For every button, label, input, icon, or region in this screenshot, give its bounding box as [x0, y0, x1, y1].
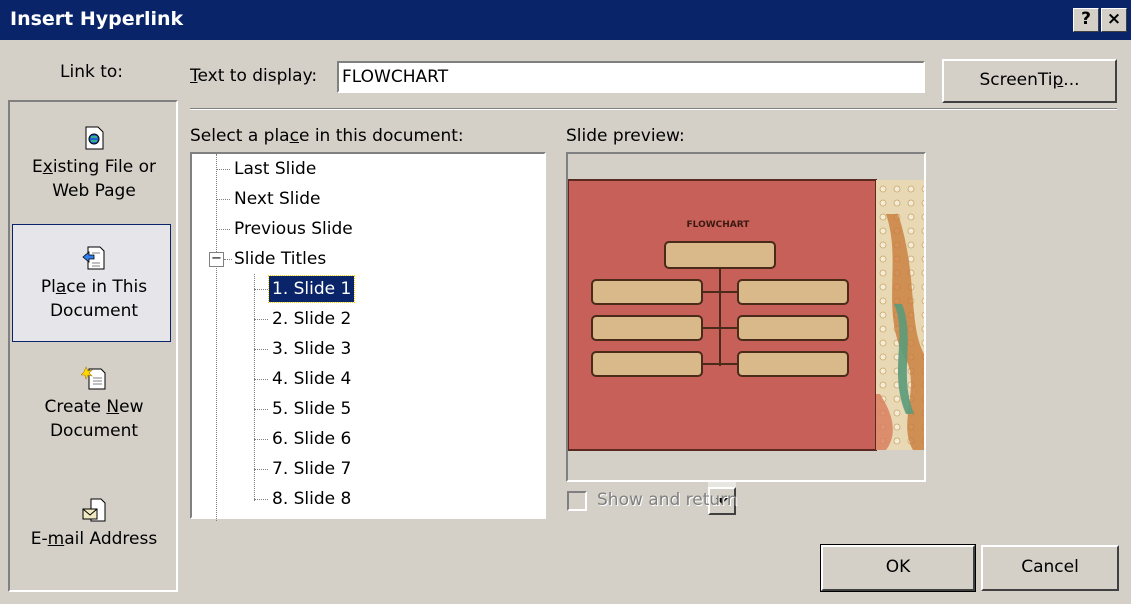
tree-item-slide[interactable]: 8. Slide 8 [272, 484, 351, 514]
text-to-display-input[interactable]: FLOWCHART [337, 61, 925, 93]
place-tree[interactable]: Last Slide Next Slide Previous Slide − S… [190, 152, 736, 521]
collapse-icon[interactable]: − [209, 252, 224, 267]
new-document-icon [81, 366, 106, 390]
ok-button[interactable]: OK [821, 545, 975, 591]
slide-thumbnail-title: FLOWCHART [687, 220, 751, 230]
tree-item-previous-slide[interactable]: Previous Slide [234, 214, 353, 244]
window-title: Insert Hyperlink [10, 8, 184, 30]
tree-item-slide-titles[interactable]: Slide Titles [234, 244, 326, 274]
link-place-in-document[interactable]: Place in This Document [18, 245, 170, 323]
link-to-label: Link to: [60, 62, 124, 82]
help-button[interactable]: ? [1073, 8, 1099, 32]
link-email-address[interactable]: E-mail Address [18, 497, 170, 551]
slide-preview-pane: FLOWCHART [566, 152, 926, 482]
show-and-return-label: Show and return [597, 490, 738, 510]
tree-item-last-slide[interactable]: Last Slide [234, 154, 316, 184]
tree-item-slide[interactable]: 1. Slide 1 [267, 275, 356, 303]
web-file-icon [85, 126, 104, 150]
tree-item-slide[interactable]: 6. Slide 6 [272, 424, 351, 454]
screentip-button[interactable]: ScreenTip... [942, 59, 1117, 103]
tree-item-slide[interactable]: 7. Slide 7 [272, 454, 351, 484]
tree-item-slide[interactable]: 5. Slide 5 [272, 394, 351, 424]
text-to-display-label: Text to display: [190, 66, 318, 86]
slide-thumbnail: FLOWCHART [567, 179, 924, 451]
link-create-new-document[interactable]: Create New Document [18, 365, 170, 443]
tree-item-slide[interactable]: 4. Slide 4 [272, 364, 351, 394]
email-icon [82, 498, 106, 522]
show-and-return-checkbox[interactable] [567, 491, 587, 511]
tree-item-slide[interactable]: 3. Slide 3 [272, 334, 351, 364]
cancel-button[interactable]: Cancel [981, 545, 1119, 591]
place-document-icon [82, 246, 105, 270]
title-bar: Insert Hyperlink ? × [0, 0, 1131, 40]
select-place-label: Select a place in this document: [190, 126, 464, 146]
tree-item-slide[interactable]: 2. Slide 2 [272, 304, 351, 334]
close-button[interactable]: × [1101, 8, 1127, 32]
slide-preview-label: Slide preview: [566, 126, 685, 146]
link-existing-file[interactable]: Existing File or Web Page [18, 125, 170, 203]
separator [190, 108, 1117, 110]
tree-item-next-slide[interactable]: Next Slide [234, 184, 321, 214]
